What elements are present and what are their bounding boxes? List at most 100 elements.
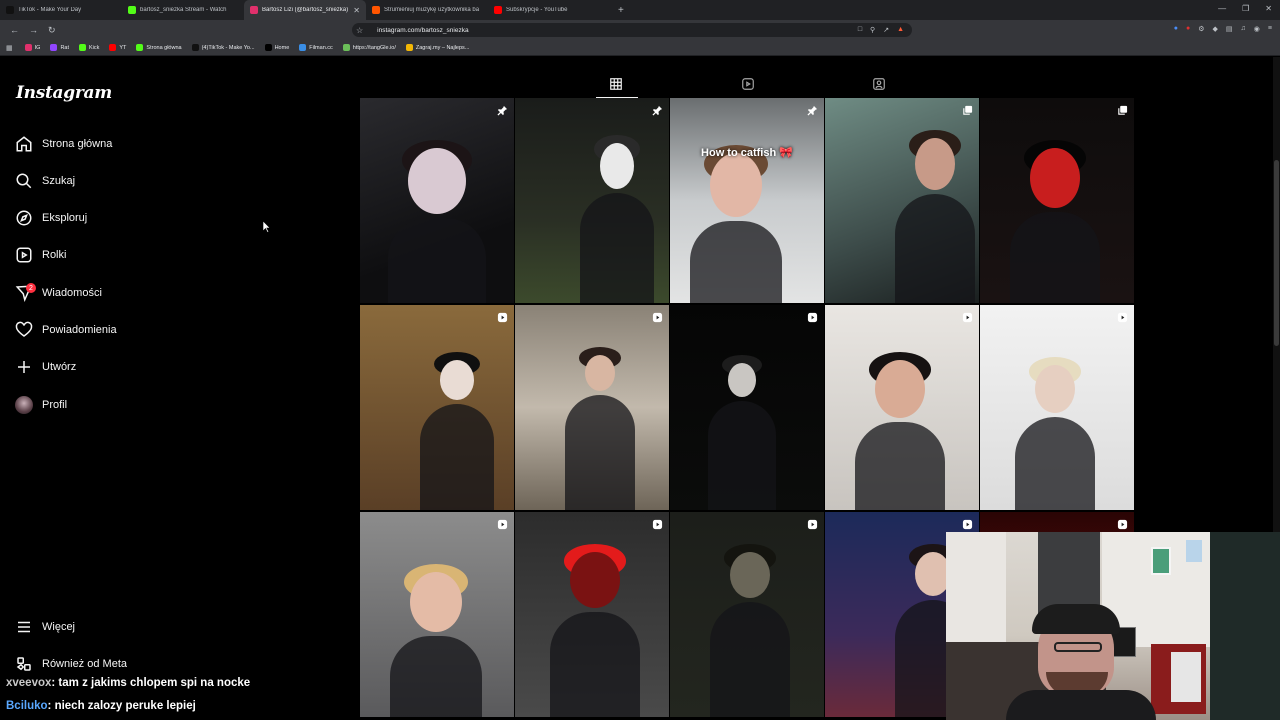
minimize-icon[interactable]: — <box>1218 4 1226 13</box>
bookmark-favicon-icon <box>50 44 58 51</box>
bookmark-label: Kick <box>89 44 100 51</box>
meta-icon <box>14 654 34 674</box>
bookmark-item[interactable]: Filman.cc <box>299 44 333 51</box>
browser-tab[interactable]: Bartosz Lizi (@bartosz_sniezka) · ✕ <box>244 0 366 20</box>
nav-label: Utwórz <box>42 361 77 373</box>
bookmark-label: Zagraj.my – Najleps... <box>415 44 470 51</box>
scrollbar-thumb[interactable] <box>1274 160 1279 346</box>
install-app-icon[interactable]: □ <box>858 26 862 34</box>
bookmark-favicon-icon <box>191 44 199 51</box>
tab-title: TikTok - Make Your Day <box>18 7 82 13</box>
post-thumbnail[interactable] <box>670 305 824 510</box>
tab-favicon-icon <box>494 6 502 14</box>
extension-icon[interactable]: ● <box>1174 25 1178 33</box>
extension-icon[interactable]: ● <box>1186 25 1190 33</box>
nav-label: Powiadomienia <box>42 324 117 336</box>
address-bar[interactable]: ☆ instagram.com/bartosz_sniezka □ ⚲ ↗ ▲ <box>352 23 912 37</box>
plus-icon <box>14 357 34 377</box>
puzzle-icon[interactable]: ◆ <box>1213 25 1218 33</box>
tagged-icon[interactable] <box>869 74 889 94</box>
reels-tab-icon[interactable] <box>738 74 758 94</box>
bookmark-favicon-icon <box>405 44 413 51</box>
bookmark-item[interactable]: Rat <box>50 44 69 51</box>
photo-content <box>1030 148 1080 208</box>
tab-close-icon[interactable]: ✕ <box>353 6 360 15</box>
nav-more[interactable]: Więcej <box>14 615 75 639</box>
photo-content <box>390 636 482 717</box>
instagram-logo[interactable]: Instagram <box>16 83 112 103</box>
sidebar-toggle-icon[interactable]: ▤ <box>1226 25 1233 33</box>
bookmark-icon[interactable]: ☆ <box>356 26 363 35</box>
bookmark-item[interactable]: Strona główna <box>136 44 182 51</box>
pin-icon <box>806 104 818 116</box>
browser-tab[interactable]: TikTok - Make Your Day <box>0 0 122 20</box>
nav-notifications[interactable]: Powiadomienia <box>14 318 117 342</box>
bookmark-favicon-icon <box>136 44 144 51</box>
bookmark-item[interactable]: Home <box>264 44 289 51</box>
bookmark-item[interactable]: https://tangGle.io/ <box>342 44 396 51</box>
tab-title: Bartosz Lizi (@bartosz_sniezka) · <box>262 7 350 13</box>
post-thumbnail[interactable] <box>825 98 979 303</box>
restore-icon[interactable]: ❐ <box>1242 4 1249 13</box>
post-thumbnail[interactable] <box>825 305 979 510</box>
share-icon[interactable]: ↗ <box>883 26 889 34</box>
photo-content <box>710 602 790 717</box>
chat-username: Bciluko <box>6 700 48 712</box>
post-thumbnail[interactable] <box>360 305 514 510</box>
bookmark-favicon-icon <box>264 44 272 51</box>
bookmark-item[interactable]: Kick <box>79 44 99 51</box>
music-icon[interactable]: ♫ <box>1241 25 1246 33</box>
nav-search[interactable]: Szukaj <box>14 169 75 193</box>
carousel-icon <box>961 104 973 116</box>
tab-favicon-icon <box>372 6 380 14</box>
nav-messages[interactable]: 2 Wiadomości <box>14 281 102 305</box>
bookmark-item[interactable]: Zagraj.my – Najleps... <box>405 44 470 51</box>
post-thumbnail[interactable] <box>360 98 514 303</box>
brave-shield-icon[interactable]: ▲ <box>897 26 904 34</box>
nav-explore[interactable]: Eksploruj <box>14 206 87 230</box>
extension-icon[interactable]: ⚙ <box>1198 25 1204 33</box>
browser-tab[interactable]: Strumieniuj muzykę użytkownika ba <box>366 0 488 20</box>
post-thumbnail[interactable] <box>980 305 1134 510</box>
pin-icon <box>496 104 508 116</box>
nav-reels[interactable]: Rolki <box>14 243 66 267</box>
bookmark-item[interactable]: YT <box>109 44 126 51</box>
zoom-icon[interactable]: ⚲ <box>870 26 875 34</box>
url-text[interactable]: instagram.com/bartosz_sniezka <box>377 27 858 34</box>
post-thumbnail[interactable] <box>670 512 824 717</box>
photo-content <box>690 221 782 303</box>
post-thumbnail[interactable] <box>980 98 1134 303</box>
post-thumbnail[interactable] <box>515 512 669 717</box>
forward-icon[interactable]: → <box>29 25 38 35</box>
new-tab-button[interactable]: + <box>618 5 624 16</box>
tab-favicon-icon <box>128 6 136 14</box>
reload-icon[interactable]: ↻ <box>48 25 56 36</box>
instagram-sidebar: Instagram Strona główna Szukaj Eksploruj… <box>0 57 230 720</box>
nav-home[interactable]: Strona główna <box>14 132 112 156</box>
home-icon <box>14 134 34 154</box>
grid-icon[interactable] <box>606 74 626 94</box>
close-window-icon[interactable]: ✕ <box>1265 4 1272 13</box>
back-icon[interactable]: ← <box>10 25 19 35</box>
nav-label: Szukaj <box>42 175 76 187</box>
bookmark-label: Filman.cc <box>309 44 333 51</box>
menu-kebab-icon[interactable]: ≡ <box>1268 25 1272 33</box>
browser-tab[interactable]: bartosz_sniezka Stream - Watch <box>122 0 244 20</box>
post-thumbnail[interactable]: How to catfish 🎀 <box>670 98 824 303</box>
nav-label: Strona główna <box>42 138 113 150</box>
tab-favicon-icon <box>6 6 14 14</box>
bookmark-favicon-icon <box>79 44 86 51</box>
bookmark-item[interactable]: (4)TikTok - Make Yo... <box>191 44 255 51</box>
browser-tab[interactable]: Subskrypcje - YouTube <box>488 0 610 20</box>
wallet-icon[interactable]: ◉ <box>1254 25 1260 33</box>
post-thumbnail[interactable] <box>515 98 669 303</box>
post-thumbnail[interactable] <box>515 305 669 510</box>
nav-also-from-meta[interactable]: Również od Meta <box>14 652 127 676</box>
post-thumbnail[interactable] <box>360 512 514 717</box>
tab-strip: TikTok - Make Your Day bartosz_sniezka St… <box>0 0 610 20</box>
nav-profile[interactable]: Profil <box>14 393 67 417</box>
nav-create[interactable]: Utwórz <box>14 355 76 379</box>
apps-icon[interactable]: ▦ <box>6 44 13 52</box>
nav-label: Eksploruj <box>42 212 88 224</box>
bookmark-item[interactable]: IG <box>24 44 40 51</box>
